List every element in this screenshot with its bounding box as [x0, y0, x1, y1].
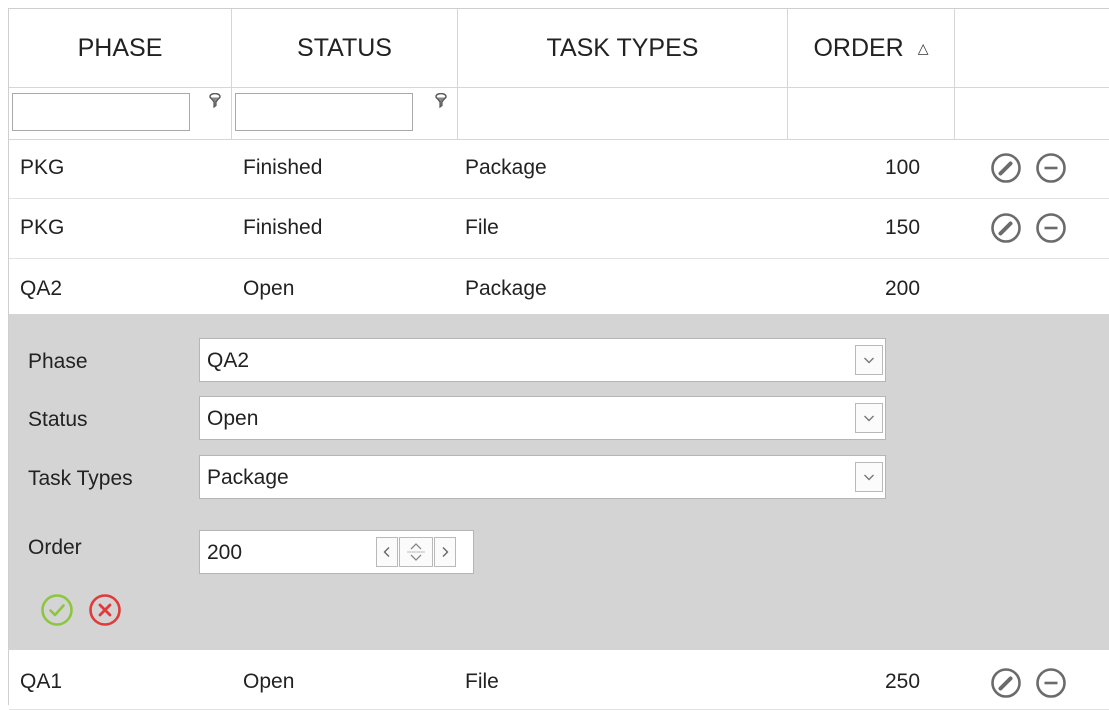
filter-cell-actions: [955, 87, 1109, 139]
edit-icon[interactable]: [990, 667, 1022, 699]
column-header-label: PHASE: [77, 33, 163, 62]
spinner-button[interactable]: [399, 537, 433, 567]
cell-order: 250: [885, 670, 921, 693]
sort-ascending-icon: △: [917, 39, 929, 56]
status-filter-input[interactable]: [235, 93, 413, 131]
table-row-editing[interactable]: QA2 Open Package 200: [9, 259, 1109, 314]
dropdown-toggle[interactable]: [855, 403, 883, 433]
filter-icon[interactable]: [435, 93, 447, 109]
row-actions: [990, 212, 1080, 246]
delete-icon[interactable]: [1035, 212, 1067, 244]
column-header-label: STATUS: [297, 33, 392, 62]
task-types-dropdown[interactable]: Package: [199, 455, 886, 499]
chevron-down-icon: [864, 357, 874, 364]
order-numeric-input[interactable]: 200: [199, 530, 474, 574]
order-label: Order: [28, 536, 82, 559]
column-header-label: TASK TYPES: [546, 33, 699, 62]
edit-icon[interactable]: [990, 152, 1022, 184]
chevron-left-icon: [383, 547, 390, 557]
cell-task-types: File: [465, 670, 499, 693]
filter-row: [9, 87, 1109, 140]
cell-status: Finished: [243, 156, 323, 179]
filter-cell-order: [788, 87, 955, 139]
inline-edit-form: Phase QA2 Status Open Task Types Package: [9, 314, 1109, 650]
row-actions: [990, 667, 1080, 701]
filter-cell-status: [232, 87, 458, 139]
cell-status: Open: [243, 670, 295, 693]
phase-dropdown[interactable]: QA2: [199, 338, 886, 382]
column-header-order[interactable]: ORDER △: [788, 9, 955, 87]
cell-phase: PKG: [20, 156, 65, 179]
filter-cell-task-types: [458, 87, 788, 139]
cell-order: 200: [885, 277, 921, 300]
dropdown-toggle[interactable]: [855, 462, 883, 492]
column-header-task-types[interactable]: TASK TYPES: [458, 9, 788, 87]
grid-header: PHASE STATUS TASK TYPES ORDER △: [9, 8, 1109, 88]
table-row[interactable]: PKG Finished File 150: [9, 199, 1109, 259]
order-input-value: 200: [207, 541, 243, 564]
cell-phase: QA1: [20, 670, 63, 693]
filter-cell-phase: [9, 87, 232, 139]
task-types-dropdown-value: Package: [207, 466, 289, 489]
chevron-down-icon: [864, 415, 874, 422]
column-header-phase[interactable]: PHASE: [9, 9, 232, 87]
cell-status: Finished: [243, 216, 323, 239]
task-phase-grid: PHASE STATUS TASK TYPES ORDER △ PKG Fini…: [8, 8, 1109, 710]
up-down-arrows-icon: [407, 543, 425, 561]
cell-task-types: Package: [465, 277, 547, 300]
delete-icon[interactable]: [1035, 152, 1067, 184]
decrement-button[interactable]: [376, 537, 398, 567]
chevron-down-icon: [864, 474, 874, 481]
cell-order: 100: [885, 156, 921, 179]
chevron-right-icon: [442, 547, 449, 557]
phase-dropdown-value: QA2: [207, 349, 250, 372]
phase-filter-input[interactable]: [12, 93, 190, 131]
cancel-icon[interactable]: [88, 593, 122, 627]
column-header-actions: [955, 9, 1109, 87]
cell-task-types: Package: [465, 156, 547, 179]
table-row[interactable]: PKG Finished Package 100: [9, 139, 1109, 199]
status-dropdown-value: Open: [207, 407, 259, 430]
status-dropdown[interactable]: Open: [199, 396, 886, 440]
delete-icon[interactable]: [1035, 667, 1067, 699]
dropdown-toggle[interactable]: [855, 345, 883, 375]
status-label: Status: [28, 408, 88, 431]
cell-order: 150: [885, 216, 921, 239]
column-header-label: ORDER: [813, 33, 904, 62]
column-header-status[interactable]: STATUS: [232, 9, 458, 87]
cell-phase: QA2: [20, 277, 63, 300]
cell-status: Open: [243, 277, 295, 300]
cell-task-types: File: [465, 216, 499, 239]
edit-icon[interactable]: [990, 212, 1022, 244]
cell-phase: PKG: [20, 216, 65, 239]
increment-button[interactable]: [434, 537, 456, 567]
table-row[interactable]: QA1 Open File 250: [9, 650, 1109, 710]
row-actions: [990, 152, 1080, 186]
task-types-label: Task Types: [28, 467, 133, 490]
phase-label: Phase: [28, 350, 88, 373]
filter-icon[interactable]: [209, 93, 221, 109]
confirm-icon[interactable]: [40, 593, 74, 627]
